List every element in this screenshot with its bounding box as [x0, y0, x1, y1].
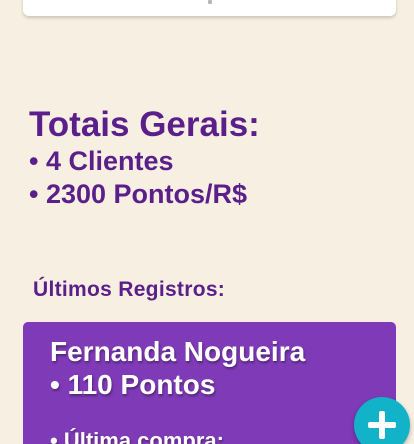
previous-card: [23, 0, 396, 16]
page: Totais Gerais: • 4 Clientes • 2300 Ponto…: [0, 0, 414, 444]
add-record-button[interactable]: [354, 397, 410, 444]
plus-icon: [368, 411, 396, 439]
record-card[interactable]: Fernanda Nogueira • 110 Pontos • Última …: [23, 322, 396, 444]
record-client-name: Fernanda Nogueira: [50, 336, 306, 367]
totals-heading: Totais Gerais:: [29, 105, 260, 144]
record-last-purchase: • Última compra:: [50, 428, 224, 444]
totals-section: Totais Gerais: • 4 Clientes • 2300 Ponto…: [29, 105, 260, 211]
recent-records-heading: Últimos Registros:: [33, 278, 226, 301]
totals-points: • 2300 Pontos/R$: [29, 179, 248, 209]
record-points: • 110 Pontos: [50, 369, 216, 400]
card-fragment: [208, 0, 212, 4]
totals-clients: • 4 Clientes: [29, 146, 174, 176]
